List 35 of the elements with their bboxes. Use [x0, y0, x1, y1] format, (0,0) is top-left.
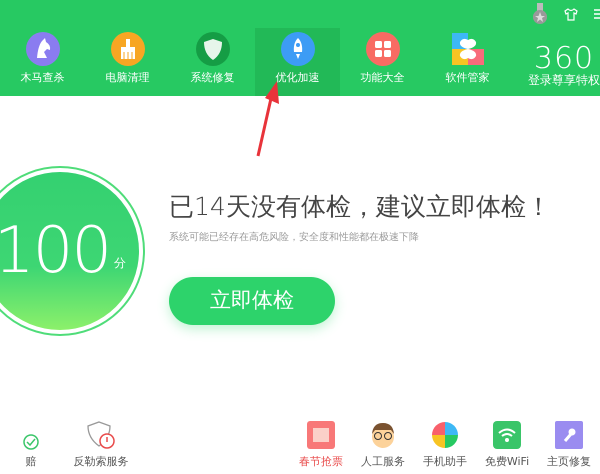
shield-alert-icon [86, 420, 116, 450]
nav-tab[interactable]: 系统修复 [170, 28, 255, 96]
medal-icon[interactable] [532, 3, 548, 25]
login-link[interactable]: 登录尊享特权 [528, 74, 600, 86]
wifi-icon [492, 420, 522, 450]
nav-tab[interactable]: 功能大全 [340, 28, 425, 96]
shortcut-item[interactable]: 赔 [0, 420, 62, 474]
shortcut-item[interactable]: 人工服务 [352, 420, 414, 474]
ticket-icon [306, 420, 336, 450]
wrench-icon [554, 420, 584, 450]
nav-tab[interactable]: 木马查杀 [0, 28, 85, 96]
shirt-icon[interactable] [564, 8, 578, 20]
check-icon [23, 434, 39, 450]
pinwheel-icon [430, 420, 460, 450]
nav-tab[interactable]: 优化加速 [255, 28, 340, 96]
nav-tab[interactable]: 软件管家 [425, 28, 510, 96]
nav-tab[interactable]: 电脑清理 [85, 28, 170, 96]
headline: 已14天没有体检，建议立即体检！ [169, 192, 551, 222]
broom-icon [110, 32, 144, 66]
shortcut-item[interactable]: 免费WiFi [476, 420, 538, 474]
flower-icon [450, 32, 484, 66]
shield-icon [196, 32, 230, 66]
check-button[interactable]: 立即体检 [169, 277, 335, 325]
logo-text: 360 [534, 44, 594, 74]
menu-icon[interactable] [594, 8, 600, 20]
rocket-icon [280, 32, 314, 66]
grid-icon [366, 32, 400, 66]
subtext: 系统可能已经存在高危风险，安全度和性能都在极速下降 [169, 230, 420, 245]
shortcut-item[interactable]: 手机助手 [414, 420, 476, 474]
score-value: 100 [0, 213, 110, 290]
score-unit: 分 [114, 255, 126, 272]
shortcut-item[interactable]: 反勒索服务 [70, 420, 132, 474]
shortcut-item[interactable]: 主页修复 [538, 420, 600, 474]
shortcut-item[interactable]: 春节抢票 [290, 420, 352, 474]
horse-icon [26, 32, 60, 66]
